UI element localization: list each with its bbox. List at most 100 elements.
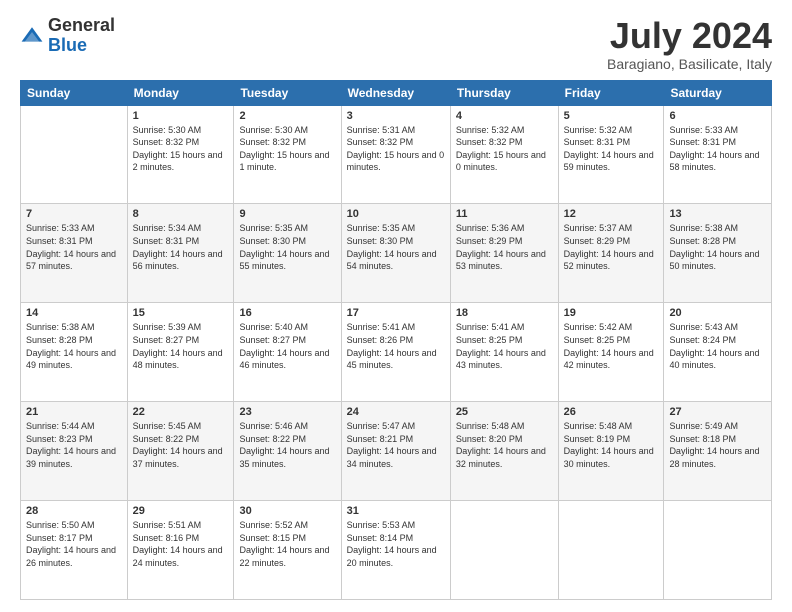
- calendar-cell: 3 Sunrise: 5:31 AM Sunset: 8:32 PM Daylig…: [341, 105, 450, 204]
- day-info: Sunrise: 5:35 AM Sunset: 8:30 PM Dayligh…: [239, 222, 335, 272]
- day-info: Sunrise: 5:51 AM Sunset: 8:16 PM Dayligh…: [133, 519, 229, 569]
- calendar-cell: 26 Sunrise: 5:48 AM Sunset: 8:19 PM Dayli…: [558, 402, 664, 501]
- day-number: 30: [239, 505, 335, 517]
- calendar-cell: 21 Sunrise: 5:44 AM Sunset: 8:23 PM Dayli…: [21, 402, 128, 501]
- day-number: 10: [347, 208, 445, 220]
- logo-blue: Blue: [48, 36, 115, 56]
- calendar-cell: 22 Sunrise: 5:45 AM Sunset: 8:22 PM Dayli…: [127, 402, 234, 501]
- day-number: 3: [347, 110, 445, 122]
- day-number: 2: [239, 110, 335, 122]
- day-info: Sunrise: 5:48 AM Sunset: 8:19 PM Dayligh…: [564, 420, 659, 470]
- day-info: Sunrise: 5:33 AM Sunset: 8:31 PM Dayligh…: [669, 124, 766, 174]
- week-row-5: 28 Sunrise: 5:50 AM Sunset: 8:17 PM Dayli…: [21, 501, 772, 600]
- day-info: Sunrise: 5:45 AM Sunset: 8:22 PM Dayligh…: [133, 420, 229, 470]
- calendar-cell: 14Sunrise: 5:38 AM Sunset: 8:28 PM Dayli…: [21, 303, 128, 402]
- day-info: Sunrise: 5:41 AM Sunset: 8:25 PM Dayligh…: [456, 321, 553, 371]
- calendar-cell: [21, 105, 128, 204]
- logo-icon: [20, 24, 44, 48]
- logo: General Blue: [20, 16, 115, 56]
- calendar-cell: 17Sunrise: 5:41 AM Sunset: 8:26 PM Dayli…: [341, 303, 450, 402]
- calendar-cell: 20Sunrise: 5:43 AM Sunset: 8:24 PM Dayli…: [664, 303, 772, 402]
- day-info: Sunrise: 5:46 AM Sunset: 8:22 PM Dayligh…: [239, 420, 335, 470]
- day-number: 20: [669, 307, 766, 319]
- header-day-tuesday: Tuesday: [234, 80, 341, 105]
- day-number: 28: [26, 505, 122, 517]
- day-number: 24: [347, 406, 445, 418]
- logo-general: General: [48, 16, 115, 36]
- title-block: July 2024 Baragiano, Basilicate, Italy: [607, 16, 772, 72]
- day-info: Sunrise: 5:34 AM Sunset: 8:31 PM Dayligh…: [133, 222, 229, 272]
- calendar-cell: [664, 501, 772, 600]
- day-number: 7: [26, 208, 122, 220]
- day-number: 15: [133, 307, 229, 319]
- day-number: 22: [133, 406, 229, 418]
- calendar-cell: 19 Sunrise: 5:42 AM Sunset: 8:25 PM Dayli…: [558, 303, 664, 402]
- day-info: Sunrise: 5:50 AM Sunset: 8:17 PM Dayligh…: [26, 519, 122, 569]
- calendar-cell: 25 Sunrise: 5:48 AM Sunset: 8:20 PM Dayli…: [450, 402, 558, 501]
- calendar-cell: 28 Sunrise: 5:50 AM Sunset: 8:17 PM Dayli…: [21, 501, 128, 600]
- calendar-cell: 12Sunrise: 5:37 AM Sunset: 8:29 PM Dayli…: [558, 204, 664, 303]
- header-day-sunday: Sunday: [21, 80, 128, 105]
- calendar-cell: 15 Sunrise: 5:39 AM Sunset: 8:27 PM Dayli…: [127, 303, 234, 402]
- day-info: Sunrise: 5:39 AM Sunset: 8:27 PM Dayligh…: [133, 321, 229, 371]
- day-info: Sunrise: 5:30 AM Sunset: 8:32 PM Dayligh…: [239, 124, 335, 174]
- day-info: Sunrise: 5:38 AM Sunset: 8:28 PM Dayligh…: [669, 222, 766, 272]
- day-info: Sunrise: 5:36 AM Sunset: 8:29 PM Dayligh…: [456, 222, 553, 272]
- day-number: 12: [564, 208, 659, 220]
- day-number: 25: [456, 406, 553, 418]
- day-info: Sunrise: 5:42 AM Sunset: 8:25 PM Dayligh…: [564, 321, 659, 371]
- day-info: Sunrise: 5:44 AM Sunset: 8:23 PM Dayligh…: [26, 420, 122, 470]
- calendar-cell: 4Sunrise: 5:32 AM Sunset: 8:32 PM Daylig…: [450, 105, 558, 204]
- day-number: 5: [564, 110, 659, 122]
- calendar-cell: 30 Sunrise: 5:52 AM Sunset: 8:15 PM Dayli…: [234, 501, 341, 600]
- day-number: 6: [669, 110, 766, 122]
- day-number: 11: [456, 208, 553, 220]
- week-row-2: 7 Sunrise: 5:33 AM Sunset: 8:31 PM Daylig…: [21, 204, 772, 303]
- month-title: July 2024: [607, 16, 772, 56]
- calendar-cell: 13 Sunrise: 5:38 AM Sunset: 8:28 PM Dayli…: [664, 204, 772, 303]
- day-info: Sunrise: 5:32 AM Sunset: 8:31 PM Dayligh…: [564, 124, 659, 174]
- calendar-cell: 11 Sunrise: 5:36 AM Sunset: 8:29 PM Dayli…: [450, 204, 558, 303]
- calendar-cell: 23 Sunrise: 5:46 AM Sunset: 8:22 PM Dayli…: [234, 402, 341, 501]
- day-info: Sunrise: 5:52 AM Sunset: 8:15 PM Dayligh…: [239, 519, 335, 569]
- day-number: 18: [456, 307, 553, 319]
- day-info: Sunrise: 5:31 AM Sunset: 8:32 PM Dayligh…: [347, 124, 445, 174]
- day-number: 8: [133, 208, 229, 220]
- day-info: Sunrise: 5:49 AM Sunset: 8:18 PM Dayligh…: [669, 420, 766, 470]
- page: General Blue July 2024 Baragiano, Basili…: [0, 0, 792, 612]
- header-day-saturday: Saturday: [664, 80, 772, 105]
- day-number: 29: [133, 505, 229, 517]
- calendar-cell: 7 Sunrise: 5:33 AM Sunset: 8:31 PM Daylig…: [21, 204, 128, 303]
- calendar-cell: 10 Sunrise: 5:35 AM Sunset: 8:30 PM Dayli…: [341, 204, 450, 303]
- day-number: 27: [669, 406, 766, 418]
- calendar-cell: 5 Sunrise: 5:32 AM Sunset: 8:31 PM Daylig…: [558, 105, 664, 204]
- calendar-cell: [558, 501, 664, 600]
- day-info: Sunrise: 5:53 AM Sunset: 8:14 PM Dayligh…: [347, 519, 445, 569]
- day-info: Sunrise: 5:30 AM Sunset: 8:32 PM Dayligh…: [133, 124, 229, 174]
- calendar-cell: 9 Sunrise: 5:35 AM Sunset: 8:30 PM Daylig…: [234, 204, 341, 303]
- day-number: 13: [669, 208, 766, 220]
- week-row-1: 1Sunrise: 5:30 AM Sunset: 8:32 PM Daylig…: [21, 105, 772, 204]
- header-day-thursday: Thursday: [450, 80, 558, 105]
- day-number: 26: [564, 406, 659, 418]
- day-info: Sunrise: 5:33 AM Sunset: 8:31 PM Dayligh…: [26, 222, 122, 272]
- week-row-3: 14Sunrise: 5:38 AM Sunset: 8:28 PM Dayli…: [21, 303, 772, 402]
- day-number: 19: [564, 307, 659, 319]
- day-number: 21: [26, 406, 122, 418]
- day-number: 17: [347, 307, 445, 319]
- logo-text: General Blue: [48, 16, 115, 56]
- day-number: 9: [239, 208, 335, 220]
- day-info: Sunrise: 5:32 AM Sunset: 8:32 PM Dayligh…: [456, 124, 553, 174]
- calendar-cell: 6 Sunrise: 5:33 AM Sunset: 8:31 PM Daylig…: [664, 105, 772, 204]
- header-day-monday: Monday: [127, 80, 234, 105]
- day-info: Sunrise: 5:38 AM Sunset: 8:28 PM Dayligh…: [26, 321, 122, 371]
- week-row-4: 21 Sunrise: 5:44 AM Sunset: 8:23 PM Dayli…: [21, 402, 772, 501]
- location: Baragiano, Basilicate, Italy: [607, 56, 772, 72]
- calendar-table: SundayMondayTuesdayWednesdayThursdayFrid…: [20, 80, 772, 600]
- day-info: Sunrise: 5:48 AM Sunset: 8:20 PM Dayligh…: [456, 420, 553, 470]
- day-number: 23: [239, 406, 335, 418]
- day-info: Sunrise: 5:35 AM Sunset: 8:30 PM Dayligh…: [347, 222, 445, 272]
- calendar-cell: 1Sunrise: 5:30 AM Sunset: 8:32 PM Daylig…: [127, 105, 234, 204]
- day-info: Sunrise: 5:47 AM Sunset: 8:21 PM Dayligh…: [347, 420, 445, 470]
- header: General Blue July 2024 Baragiano, Basili…: [20, 16, 772, 72]
